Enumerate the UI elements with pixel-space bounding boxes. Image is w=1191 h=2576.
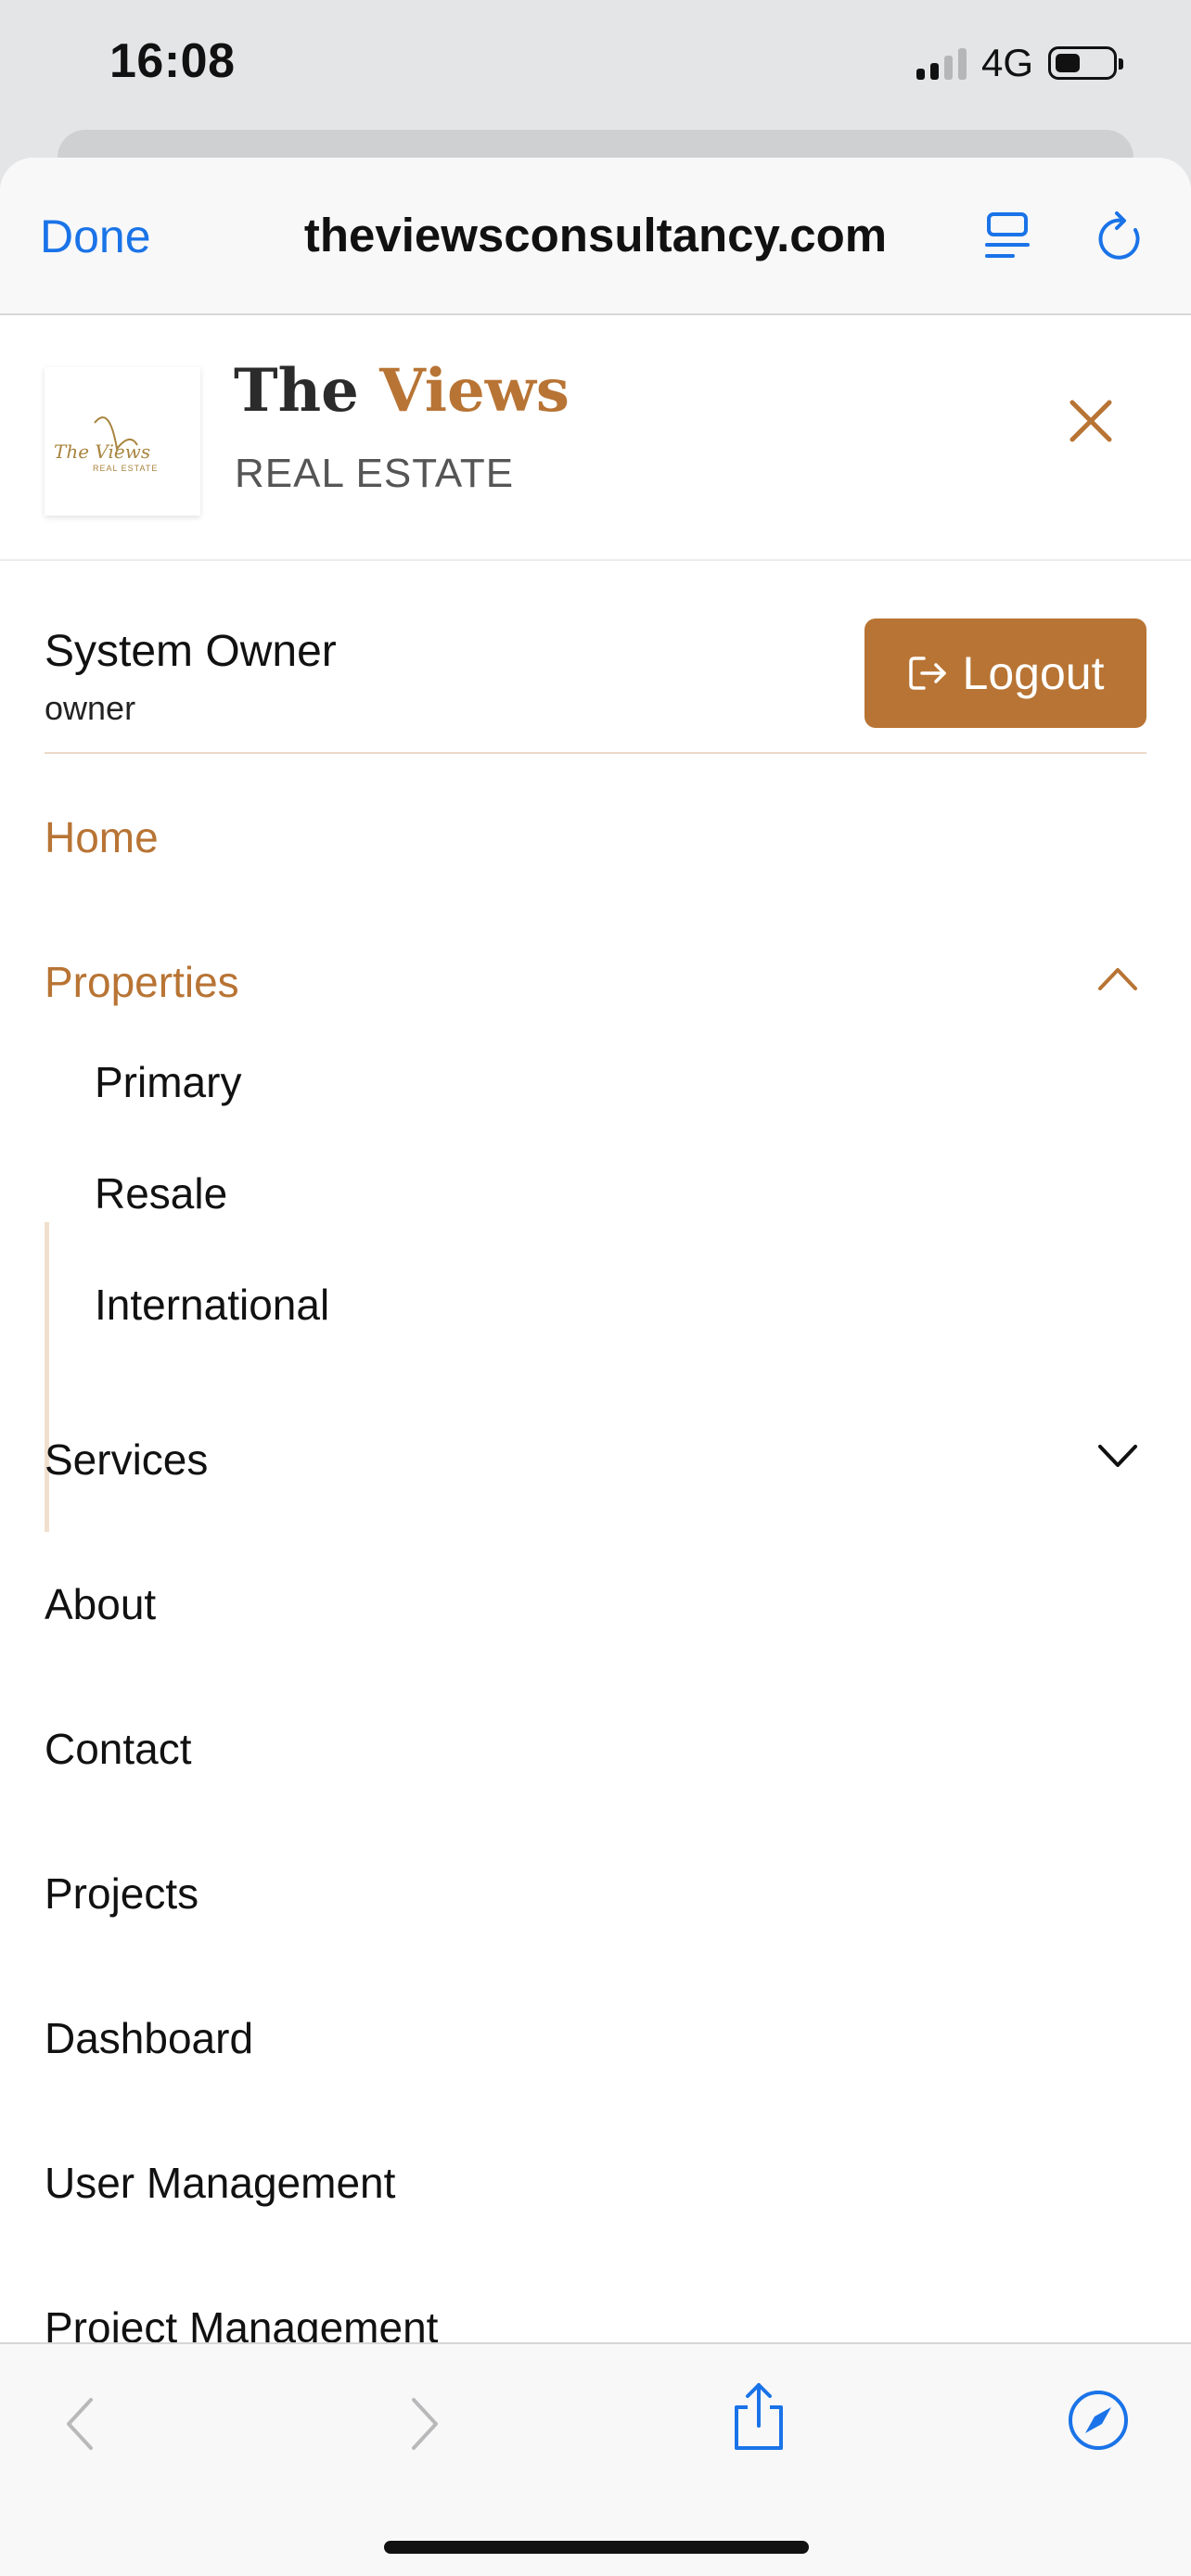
reader-mode-icon[interactable] [985,211,1031,260]
chevron-down-icon[interactable] [1096,1443,1139,1471]
brand-title-accent: Views [379,356,570,426]
brand-title-main: The [234,356,359,426]
browser-sheet: Done theviewsconsultancy.com The Views R… [0,158,1191,2576]
nav-services[interactable]: Services [45,1435,208,1485]
close-menu-icon[interactable] [1065,395,1117,447]
nav-sub-primary[interactable]: Primary [95,1057,241,1107]
nav-contact[interactable]: Contact [45,1724,192,1774]
brand-title: The Views [234,356,570,426]
nav-dashboard[interactable]: Dashboard [45,2013,253,2063]
site-header: The Views REAL ESTATE The Views REAL EST… [0,315,1191,561]
chevron-up-icon[interactable] [1096,964,1139,992]
nav-sub-international[interactable]: International [95,1280,329,1330]
home-indicator [384,2541,809,2554]
back-icon[interactable] [63,2396,96,2452]
nav-about[interactable]: About [45,1579,156,1629]
web-page: The Views REAL ESTATE The Views REAL EST… [0,315,1191,2344]
svg-text:REAL ESTATE: REAL ESTATE [93,464,158,473]
nav-projects[interactable]: Projects [45,1868,198,1919]
nav-sub-resale[interactable]: Resale [95,1168,227,1218]
user-name: System Owner [45,627,337,676]
nav-user-management[interactable]: User Management [45,2158,395,2208]
nav-project-management[interactable]: Project Management [45,2302,438,2344]
network-type: 4G [980,41,1033,84]
logout-button[interactable]: Logout [864,618,1146,728]
status-time: 16:08 [109,34,236,88]
brand-subtitle: REAL ESTATE [235,451,515,496]
site-logo[interactable]: The Views REAL ESTATE [45,367,200,516]
user-role: owner [45,689,136,727]
user-info: System Owner owner Logout [45,559,1146,754]
browser-top-bar: Done theviewsconsultancy.com [0,158,1191,315]
compass-icon[interactable] [1067,2389,1130,2452]
battery-icon [1048,46,1123,80]
status-icons: 4G [916,41,1123,85]
share-icon[interactable] [729,2381,788,2452]
logout-icon [908,657,946,690]
browser-bottom-toolbar [0,2342,1191,2576]
nav-home[interactable]: Home [45,812,159,862]
logo-image: The Views REAL ESTATE [54,416,158,473]
forward-icon[interactable] [408,2396,442,2452]
cellular-signal-icon [916,46,967,80]
submenu-indicator [45,1222,49,1532]
nav-properties[interactable]: Properties [45,957,239,1007]
reload-icon[interactable] [1095,210,1143,261]
logout-label: Logout [962,647,1105,699]
